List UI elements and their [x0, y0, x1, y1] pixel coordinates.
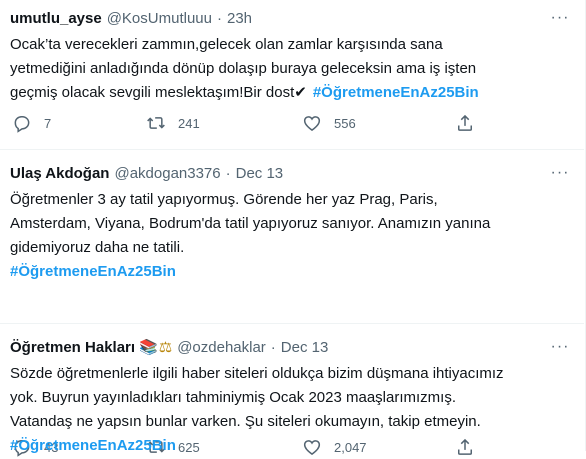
- share-button[interactable]: [455, 111, 475, 135]
- tweet[interactable]: umutlu_ayse @KosUmutluuu · 23h ··· Ocak’…: [0, 0, 584, 150]
- retweet-count: 241: [178, 115, 200, 131]
- author-name[interactable]: umutlu_ayse: [10, 10, 102, 27]
- tweet-text-line: Vatandaş ne yapsın bunlar varken. Şu sit…: [10, 413, 481, 430]
- separator-dot: ·: [270, 338, 276, 356]
- tweet-text-line: Öğretmenler 3 ay tatil yapıyormuş. Gören…: [10, 191, 438, 208]
- author-name[interactable]: Öğretmen Hakları: [10, 339, 135, 356]
- tweet-feed: umutlu_ayse @KosUmutluuu · 23h ··· Ocak’…: [0, 0, 586, 457]
- retweet-icon: [147, 117, 165, 129]
- like-count: 556: [334, 115, 356, 131]
- scales-emoji-icon: ⚖: [158, 339, 173, 356]
- more-options-icon[interactable]: ···: [550, 163, 570, 183]
- more-options-icon[interactable]: ···: [550, 8, 570, 28]
- tweet-time[interactable]: Dec 13: [236, 165, 284, 182]
- author-handle[interactable]: @ozdehaklar: [177, 339, 266, 356]
- tweet-text: Ocak’ta verecekleri zammın,gelecek olan …: [10, 33, 566, 105]
- tweet-text-line: gidemiyoruz daha ne tatili.: [10, 239, 185, 256]
- tweet-text: Öğretmenler 3 ay tatil yapıyormuş. Gören…: [10, 188, 566, 284]
- tweet[interactable]: Öğretmen Hakları 📚 ⚖ @ozdehaklar · Dec 1…: [0, 324, 584, 454]
- tweet-time[interactable]: 23h: [227, 10, 252, 27]
- separator-dot: ·: [225, 164, 231, 182]
- like-button[interactable]: 556: [302, 111, 356, 135]
- tweet-text-fragment: geçmiş olacak sevgili meslektaşım!Bir do…: [10, 84, 295, 101]
- tweet-text-line: Sözde öğretmenlerle ilgili haber siteler…: [10, 365, 504, 382]
- tweet-text-line: Ocak’ta verecekleri zammın,gelecek olan …: [10, 36, 443, 53]
- share-upload-icon: [458, 114, 472, 131]
- author-handle[interactable]: @KosUmutluuu: [107, 10, 212, 27]
- reply-bubble-icon: [14, 116, 30, 133]
- reply-count: 7: [44, 115, 52, 131]
- name-emoji-badge: 📚 ⚖: [139, 338, 172, 356]
- tweet-text: Sözde öğretmenlerle ilgili haber siteler…: [10, 362, 566, 458]
- tweet[interactable]: Ulaş Akdoğan @akdogan3376 · Dec 13 ··· Ö…: [0, 150, 584, 457]
- tweet-header: Ulaş Akdoğan @akdogan3376 · Dec 13: [10, 163, 544, 183]
- tweet-text-line: geçmiş olacak sevgili meslektaşım!Bir do…: [10, 81, 566, 105]
- more-options-icon[interactable]: ···: [550, 337, 570, 357]
- tweet-time[interactable]: Dec 13: [281, 339, 329, 356]
- tweet-text-line: yok. Buyrun yayınladıkları tahminiymiş O…: [10, 389, 456, 406]
- author-name[interactable]: Ulaş Akdoğan: [10, 165, 109, 182]
- author-handle[interactable]: @akdogan3376: [114, 165, 220, 182]
- tweet-text-line: Amsterdam, Viyana, Bodrum'da tatil yapıy…: [10, 215, 491, 232]
- separator-dot: ·: [216, 9, 222, 27]
- check-mark-icon: ✔: [294, 84, 307, 101]
- hashtag-link[interactable]: #ÖğretmeneEnAz25Bin: [10, 260, 566, 284]
- reply-button[interactable]: 7: [12, 111, 51, 135]
- hashtag-link[interactable]: #ÖğretmeneEnAz25Bin: [10, 434, 566, 458]
- tweet-header: Öğretmen Hakları 📚 ⚖ @ozdehaklar · Dec 1…: [10, 337, 544, 357]
- books-emoji-icon: 📚: [139, 339, 158, 356]
- tweet-text-line: yetmediğini anladığında dönüp dolaşıp bu…: [10, 60, 477, 77]
- heart-icon: [303, 116, 321, 131]
- retweet-button[interactable]: 241: [146, 111, 200, 135]
- tweet-actions: 7 241 556: [0, 111, 584, 135]
- hashtag-link[interactable]: #ÖğretmeneEnAz25Bin: [313, 84, 479, 101]
- tweet-header: umutlu_ayse @KosUmutluuu · 23h: [10, 8, 544, 28]
